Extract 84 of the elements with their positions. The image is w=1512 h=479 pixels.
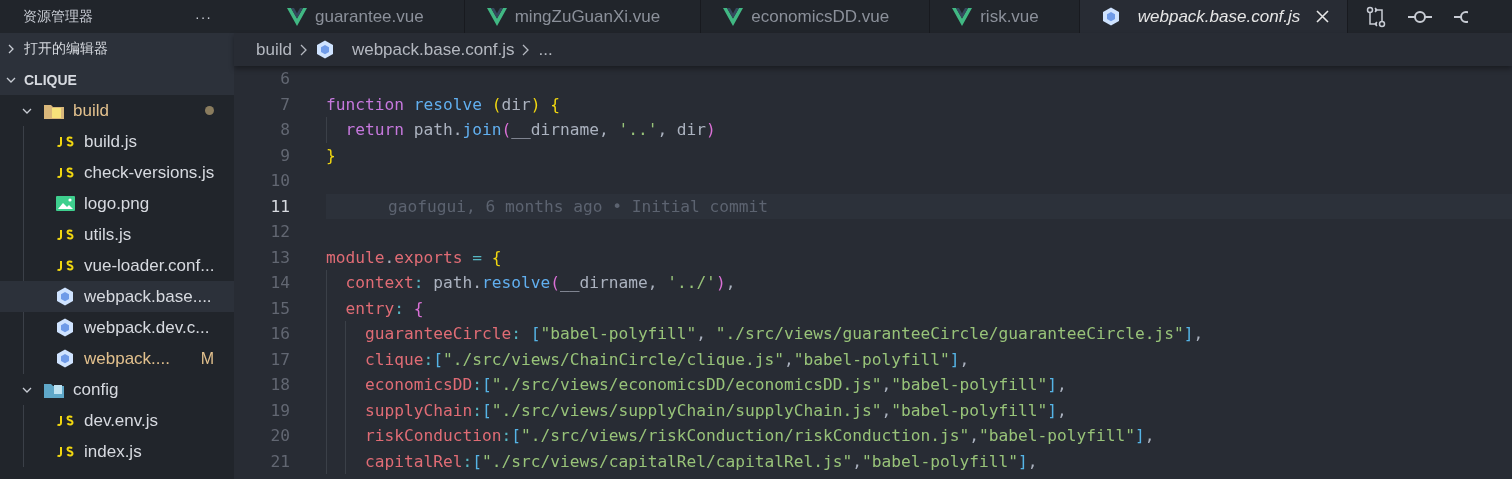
hexagon-cube-icon (56, 349, 74, 368)
hexagon-cube-icon (1101, 7, 1120, 26)
code-line: context: path.resolve(__dirname, '../'), (344, 273, 736, 293)
file-name: index.js (84, 441, 143, 462)
code-line: function resolve (dir) { (326, 94, 560, 114)
file-name: vue-loader.conf... (84, 255, 215, 276)
code-line: entry: { (344, 298, 424, 318)
commit-icon[interactable] (1454, 9, 1469, 24)
breadcrumb-item[interactable]: build (256, 39, 292, 60)
js-file-icon (56, 135, 74, 148)
vue-icon (486, 7, 507, 26)
code-line: clique:["./src/views/ChainCircle/clique.js","babel-polyfill"], (363, 349, 970, 369)
file-item[interactable]: utils.js (0, 219, 234, 250)
file-item[interactable]: build.js (0, 126, 234, 157)
folder-item[interactable]: build (0, 95, 234, 126)
js-file-icon (56, 414, 74, 427)
js-file-icon (56, 259, 74, 272)
vue-icon (952, 7, 973, 26)
file-name: webpack.... (84, 348, 171, 369)
line-number: 17 (269, 349, 290, 369)
line-number: 6 (279, 69, 290, 89)
image-file-icon (56, 196, 75, 211)
file-name: logo.png (84, 193, 151, 214)
file-item[interactable]: webpack.base.... (0, 281, 234, 312)
hexagon-cube-icon (56, 287, 74, 306)
file-name: build (73, 100, 110, 121)
chevron-right-icon (299, 43, 308, 56)
file-item[interactable]: webpack.dev.c... (0, 312, 234, 343)
section-header[interactable]: CLIQUE (0, 64, 234, 95)
compare-changes-icon[interactable] (1366, 5, 1387, 28)
code-line: economicsDD:["./src/views/economicsDD/economicsDD.js","babel-polyfill"], (363, 375, 1067, 395)
vue-icon (723, 7, 744, 26)
code-line: capitalRel:["./src/views/capitalRel/capitalRel.js","babel-polyfill"], (363, 451, 1038, 471)
file-name: utils.js (84, 224, 133, 245)
code-line: guaranteeCircle: ["babel-polyfill", "./src/views/guaranteeCircle/guaranteeCircle.js"], (363, 324, 1204, 344)
line-number: 11 (269, 196, 290, 216)
explorer-title: 资源管理器 (23, 7, 93, 26)
folder-item[interactable]: config (0, 374, 234, 405)
hexagon-cube-icon (315, 40, 334, 59)
line-number: 9 (279, 145, 290, 165)
js-file-icon (56, 445, 74, 458)
line-number: 16 (269, 324, 290, 344)
commit-icon[interactable] (1408, 9, 1433, 24)
close-icon[interactable] (1316, 10, 1330, 23)
file-name: webpack.dev.c... (84, 317, 211, 338)
line-number: 21 (269, 451, 290, 471)
editor-tab[interactable]: webpack.base.conf.js (1079, 0, 1349, 33)
file-name: dev.env.js (84, 410, 160, 431)
line-number: 19 (269, 400, 290, 420)
breadcrumb-item[interactable]: webpack.base.conf.js (351, 39, 515, 60)
code-line: riskConduction:["./src/views/riskConduction/riskConduction.js","babel-polyfill"], (363, 426, 1155, 446)
line-number: 8 (279, 120, 290, 140)
file-item[interactable]: webpack.... M (0, 343, 234, 374)
file-item[interactable]: check-versions.js (0, 157, 234, 188)
file-item[interactable]: logo.png (0, 188, 234, 219)
code-line: module.exports = { (326, 247, 502, 267)
code-line: } (326, 145, 336, 165)
git-status-label: M (200, 349, 214, 368)
line-number: 14 (269, 273, 290, 293)
file-name: config (73, 379, 120, 400)
vue-icon (287, 7, 307, 26)
more-actions-button[interactable]: ··· (195, 8, 212, 25)
breadcrumb-item[interactable]: ... (538, 39, 553, 60)
line-number: 7 (279, 94, 290, 114)
file-name: build.js (84, 131, 138, 152)
line-number: 15 (269, 298, 290, 318)
file-item[interactable]: index.js (0, 436, 234, 467)
chevron-right-icon (522, 43, 531, 56)
file-item[interactable]: dev.env.js (0, 405, 234, 436)
line-number: 10 (269, 171, 290, 191)
js-file-icon (56, 166, 74, 179)
file-name: check-versions.js (84, 162, 215, 183)
code-line: supplyChain:["./src/views/supplyChain/supplyChain.js","babel-polyfill"], (363, 400, 1067, 420)
line-number: 12 (269, 222, 290, 242)
code-line: return path.join(__dirname, '..', dir) (344, 120, 716, 140)
js-file-icon (56, 228, 74, 241)
file-name: webpack.base.... (84, 286, 213, 307)
line-number: 20 (269, 426, 290, 446)
hexagon-cube-icon (56, 318, 74, 337)
line-number: 18 (269, 375, 290, 395)
line-number: 13 (269, 247, 290, 267)
modified-dot (205, 106, 214, 115)
section-header[interactable]: 打开的编辑器 (0, 33, 234, 64)
file-item[interactable]: vue-loader.conf... (0, 250, 234, 281)
